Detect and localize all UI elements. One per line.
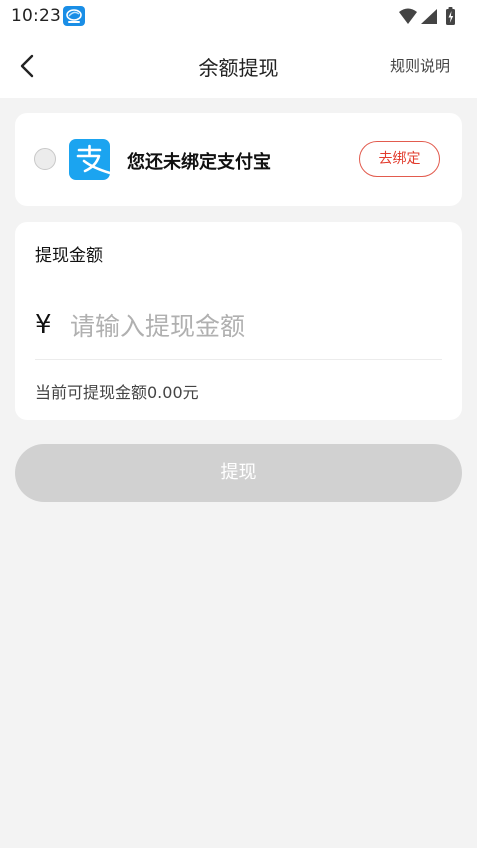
cellular-signal-icon [421,9,437,24]
status-bar: 10:23 [0,0,477,34]
alipay-logo-icon [69,139,110,180]
rules-link[interactable]: 规则说明 [390,55,450,76]
alipay-binding-card: 您还未绑定支付宝 去绑定 [15,113,462,206]
bind-alipay-button[interactable]: 去绑定 [359,141,440,177]
withdraw-amount-card: 提现金额 ¥ 当前可提现金额0.00元 [15,222,462,420]
app-notification-icon [63,6,85,26]
alipay-radio[interactable] [34,148,56,170]
amount-divider [35,359,442,360]
wifi-icon [399,8,417,24]
alipay-bind-status: 您还未绑定支付宝 [127,152,271,173]
available-balance-text: 当前可提现金额0.00元 [35,383,199,402]
currency-symbol: ¥ [35,310,52,340]
title-bar: 余额提现 规则说明 [0,34,477,98]
amount-input[interactable] [70,306,440,346]
battery-charging-icon [446,7,455,25]
amount-label: 提现金额 [35,246,103,266]
status-time: 10:23 [11,6,61,26]
withdraw-button[interactable]: 提现 [15,444,462,502]
